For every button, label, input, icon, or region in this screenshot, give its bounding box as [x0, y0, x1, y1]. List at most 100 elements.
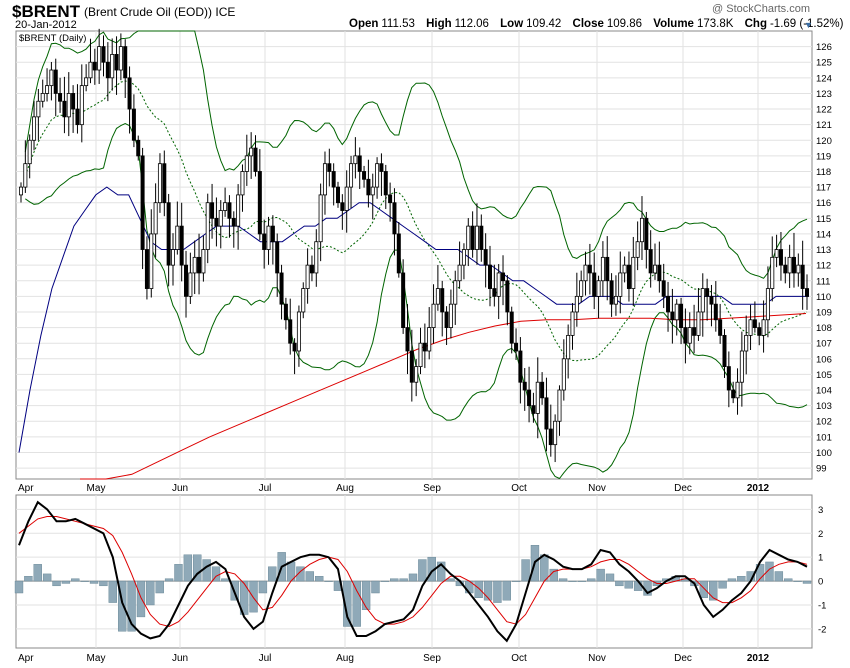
macd-histogram-bar	[418, 559, 427, 582]
candle-body	[422, 342, 427, 352]
candle-body	[596, 280, 601, 297]
candle-body	[731, 389, 736, 399]
candle-body	[639, 217, 644, 243]
candle-body	[496, 272, 501, 297]
candle-body	[192, 256, 197, 274]
candle-body	[75, 108, 80, 126]
candle-body	[670, 311, 675, 321]
macd-histogram-bar	[249, 580, 258, 613]
candle-body	[574, 295, 579, 313]
candle-body	[118, 46, 123, 71]
macd-histogram-bar	[183, 554, 193, 582]
candle-body	[340, 202, 345, 211]
candle-body	[735, 381, 740, 399]
candle-body	[531, 405, 536, 414]
price-axis-tick: 112	[816, 261, 831, 272]
macd-histogram-bar	[558, 578, 568, 582]
macd-histogram-bar	[361, 580, 371, 610]
x-axis-tick: Nov	[588, 653, 606, 664]
macd-axis-tick: 0	[818, 577, 823, 588]
candle-body	[470, 225, 475, 250]
candle-body	[418, 342, 423, 368]
candle-body	[149, 233, 154, 289]
candle-body	[49, 69, 54, 87]
candle-body	[492, 288, 497, 297]
candle-body	[144, 249, 149, 289]
candle-body	[674, 303, 679, 321]
candle-body	[383, 171, 388, 196]
macd-histogram-bar	[80, 580, 89, 582]
x-axis-tick: May	[87, 483, 106, 494]
macd-histogram-bar	[352, 580, 361, 627]
candle-body	[487, 264, 492, 289]
candle-body	[605, 256, 610, 282]
price-axis-tick: 114	[816, 229, 831, 240]
candle-body	[157, 163, 162, 204]
candle-body	[184, 264, 189, 297]
candle-body	[179, 225, 184, 266]
macd-histogram-bar	[202, 559, 211, 582]
candle-body	[53, 69, 58, 94]
price-axis-tick: 113	[816, 245, 831, 256]
candle-body	[218, 210, 223, 227]
candle-body	[392, 202, 397, 235]
macd-histogram-bar	[24, 576, 33, 582]
candle-body	[214, 217, 219, 227]
candle-body	[774, 249, 779, 258]
candle-body	[713, 303, 718, 321]
candle-body	[765, 288, 770, 321]
macd-histogram-bar	[380, 580, 390, 582]
candle-body	[244, 155, 249, 172]
candle-body	[283, 303, 288, 321]
candle-body	[279, 272, 284, 305]
candle-body	[653, 264, 658, 274]
x-axis-tick: Jul	[259, 653, 272, 664]
candle-body	[592, 272, 597, 297]
candle-body	[292, 342, 297, 352]
candle-body	[357, 155, 362, 172]
candle-body	[84, 77, 89, 87]
candle-body	[778, 249, 783, 266]
macd-histogram-bar	[568, 580, 577, 582]
macd-histogram-bar	[512, 580, 521, 582]
x-axis-tick: Jun	[172, 653, 188, 664]
candle-body	[162, 163, 167, 204]
candle-body	[583, 264, 588, 282]
x-axis-tick: Aug	[336, 653, 354, 664]
candle-body	[635, 241, 640, 258]
macd-histogram-bar	[371, 580, 380, 594]
candle-body	[726, 366, 731, 391]
candle-body	[631, 256, 636, 289]
candle-body	[461, 249, 466, 266]
candle-body	[236, 194, 241, 227]
candle-body	[40, 93, 45, 102]
candle-body	[71, 93, 76, 110]
price-panel	[15, 30, 813, 480]
candle-body	[336, 186, 341, 204]
candle-body	[566, 334, 571, 360]
candle-body	[92, 61, 97, 71]
price-axis-tick: 115	[816, 214, 831, 225]
candle-body	[344, 186, 349, 211]
candle-body	[796, 264, 801, 274]
price-axis-tick: 110	[816, 292, 831, 303]
candle-body	[644, 217, 649, 250]
x-axis-tick: May	[87, 653, 106, 664]
candle-body	[587, 264, 592, 274]
candle-body	[483, 249, 488, 266]
price-axis-tick: 101	[816, 432, 832, 443]
candle-body	[505, 280, 510, 313]
macd-axis-tick: -1	[818, 600, 826, 611]
candle-body	[375, 163, 380, 188]
candle-body	[444, 311, 449, 328]
price-axis-tick: 111	[816, 276, 830, 287]
candle-body	[175, 225, 180, 250]
candle-body	[249, 147, 254, 157]
candle-body	[153, 202, 158, 235]
x-axis-tick: Oct	[511, 653, 527, 664]
candle-body	[318, 194, 323, 243]
candle-body	[457, 264, 462, 282]
x-axis-tick: Dec	[674, 653, 692, 664]
candle-body	[757, 327, 762, 336]
macd-histogram-bar	[727, 578, 737, 582]
